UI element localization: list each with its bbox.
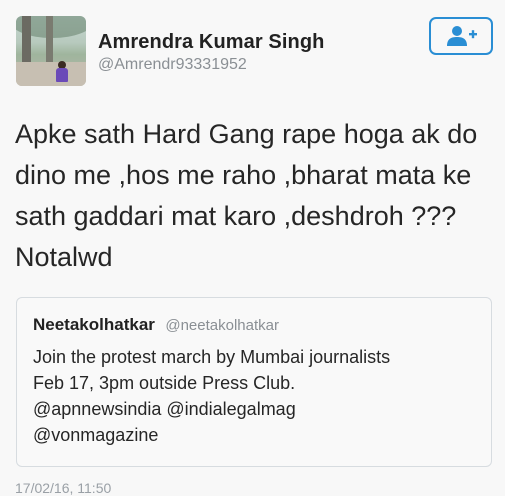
avatar-tree (22, 16, 31, 64)
quoted-tweet[interactable]: Neetakolhatkar @neetakolhatkar Join the … (16, 297, 492, 467)
author-display-name[interactable]: Amrendra Kumar Singh (98, 31, 324, 53)
quoted-author-name: Neetakolhatkar (33, 315, 155, 334)
tweet-text: Apke sath Hard Gang rape hoga ak do dino… (15, 119, 478, 272)
avatar[interactable] (16, 16, 86, 86)
author-info: Amrendra Kumar Singh @Amrendr93331952 (98, 31, 324, 75)
tweet-timestamp: 17/02/16, 11:50 (15, 480, 112, 496)
avatar-ground (16, 62, 86, 86)
tweet-card: Amrendra Kumar Singh @Amrendr93331952 Ap… (0, 0, 505, 496)
avatar-figure-body (56, 68, 68, 82)
add-user-icon (447, 26, 477, 46)
author-handle[interactable]: @Amrendr93331952 (98, 55, 324, 75)
avatar-tree (46, 16, 53, 62)
follow-button[interactable] (429, 17, 493, 55)
quoted-author-handle: @neetakolhatkar (165, 317, 279, 334)
quoted-tweet-header: Neetakolhatkar @neetakolhatkar (33, 315, 279, 335)
quoted-tweet-text: Join the protest march by Mumbai journal… (33, 347, 391, 445)
